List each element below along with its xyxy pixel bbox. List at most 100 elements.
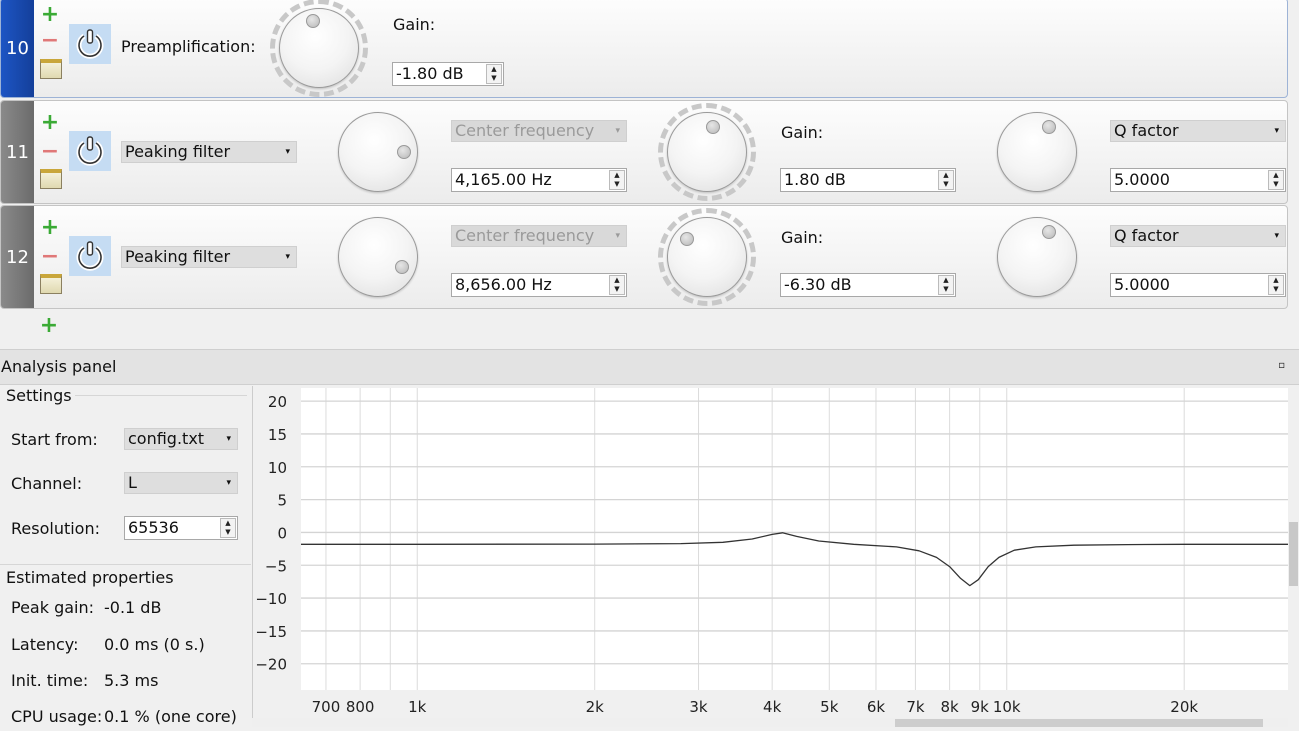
q-mode-dropdown[interactable]: Q factor ▾: [1110, 225, 1286, 247]
notepad-pencil-icon[interactable]: [40, 274, 62, 294]
notepad-pencil-icon[interactable]: [40, 169, 62, 189]
x-tick-label: 6k: [867, 698, 886, 716]
analysis-panel-title: Analysis panel: [1, 357, 117, 376]
divider: [75, 395, 247, 396]
resolution-spinner[interactable]: ▲ ▼: [220, 518, 236, 538]
peak-gain-value: -0.1 dB: [104, 598, 162, 617]
gain-input[interactable]: -1.80 dB ▲ ▼: [392, 62, 504, 86]
add-filter-plus-icon[interactable]: +: [39, 315, 59, 337]
plus-icon[interactable]: +: [40, 217, 60, 239]
chevron-down-icon: ▾: [285, 252, 290, 262]
y-tick-label: 15: [268, 426, 287, 444]
frequency-spinner[interactable]: ▲ ▼: [609, 170, 625, 190]
gain-input[interactable]: 1.80 dB ▲ ▼: [780, 168, 956, 192]
minus-icon[interactable]: −: [40, 30, 60, 52]
y-tick-label: 20: [268, 393, 287, 411]
gain-knob[interactable]: [667, 112, 747, 192]
q-label: Q factor: [1114, 121, 1179, 140]
gain-knob[interactable]: [279, 8, 359, 88]
horizontal-scrollbar-thumb[interactable]: [895, 719, 1263, 727]
power-button[interactable]: [69, 236, 111, 276]
frequency-knob[interactable]: [338, 217, 418, 297]
power-button[interactable]: [69, 24, 111, 64]
plus-icon[interactable]: +: [40, 4, 60, 26]
resolution-label: Resolution:: [11, 519, 100, 538]
plus-icon[interactable]: +: [40, 112, 60, 134]
channel-value: L: [128, 473, 137, 492]
init-time-label: Init. time:: [11, 671, 89, 690]
x-tick-label: 5k: [820, 698, 839, 716]
frequency-label: Center frequency: [455, 121, 595, 140]
peak-gain-label: Peak gain:: [11, 598, 95, 617]
filter-row-11[interactable]: 11 + − Peaking filter ▾ Center frequency ▾…: [0, 100, 1288, 204]
q-input[interactable]: 5.0000 ▲ ▼: [1110, 168, 1286, 192]
frequency-spinner[interactable]: ▲ ▼: [609, 275, 625, 295]
y-tick-label: −15: [255, 623, 287, 641]
q-input[interactable]: 5.0000 ▲ ▼: [1110, 273, 1286, 297]
frequency-mode-dropdown: Center frequency ▾: [451, 225, 627, 247]
chevron-down-icon: ▾: [226, 434, 231, 444]
filter-index[interactable]: 12: [1, 206, 34, 308]
q-label: Q factor: [1114, 226, 1179, 245]
q-mode-dropdown[interactable]: Q factor ▾: [1110, 120, 1286, 142]
gain-knob[interactable]: [667, 217, 747, 297]
gain-value: 1.80 dB: [784, 170, 846, 189]
q-knob[interactable]: [997, 112, 1077, 192]
q-knob[interactable]: [997, 217, 1077, 297]
resolution-input[interactable]: 65536 ▲ ▼: [124, 516, 238, 540]
frequency-input[interactable]: 8,656.00 Hz ▲ ▼: [451, 273, 627, 297]
y-tick-label: −20: [255, 656, 287, 674]
analysis-settings: Settings Start from: config.txt ▾ Channel…: [0, 386, 251, 727]
power-button[interactable]: [69, 131, 111, 171]
minus-icon[interactable]: −: [40, 246, 60, 268]
power-icon: [76, 241, 104, 271]
analysis-panel-header: Analysis panel ▫: [0, 349, 1299, 385]
gain-label: Gain:: [781, 228, 824, 247]
chevron-down-icon: ▾: [1274, 126, 1279, 136]
float-panel-icon[interactable]: ▫: [1278, 360, 1285, 371]
latency-value: 0.0 ms (0 s.): [104, 635, 205, 654]
q-value: 5.0000: [1114, 170, 1170, 189]
q-value: 5.0000: [1114, 275, 1170, 294]
chevron-down-icon: ▾: [226, 478, 231, 488]
start-from-dropdown[interactable]: config.txt ▾: [124, 428, 238, 450]
gain-spinner[interactable]: ▲ ▼: [486, 64, 502, 84]
start-from-label: Start from:: [11, 430, 98, 449]
filter-type-dropdown[interactable]: Peaking filter ▾: [121, 141, 297, 163]
q-spinner[interactable]: ▲ ▼: [1268, 275, 1284, 295]
filter-row-12[interactable]: 12 + − Peaking filter ▾ Center frequency ▾…: [0, 205, 1288, 309]
vertical-scrollbar[interactable]: [1288, 386, 1299, 727]
filter-row-preamp[interactable]: 10 + − Preamplification: Gain: -1.80 dB ▲…: [0, 0, 1288, 98]
filter-index[interactable]: 10: [1, 0, 34, 97]
x-tick-label: 2k: [586, 698, 605, 716]
frequency-value: 8,656.00 Hz: [455, 275, 552, 294]
gain-input[interactable]: -6.30 dB ▲ ▼: [780, 273, 956, 297]
y-tick-label: 0: [277, 524, 287, 542]
gain-spinner[interactable]: ▲ ▼: [938, 170, 954, 190]
gain-spinner[interactable]: ▲ ▼: [938, 275, 954, 295]
x-tick-label: 7k: [906, 698, 925, 716]
gain-label: Gain:: [393, 15, 436, 34]
x-tick-label: 3k: [689, 698, 708, 716]
y-tick-label: 5: [277, 492, 287, 510]
filter-type-value: Peaking filter: [125, 142, 231, 161]
filter-index[interactable]: 11: [1, 101, 34, 203]
vertical-scrollbar-top[interactable]: [1289, 0, 1299, 340]
x-tick-label: 10k: [993, 698, 1021, 716]
frequency-knob[interactable]: [338, 112, 418, 192]
filter-type-dropdown[interactable]: Peaking filter ▾: [121, 246, 297, 268]
frequency-input[interactable]: 4,165.00 Hz ▲ ▼: [451, 168, 627, 192]
q-spinner[interactable]: ▲ ▼: [1268, 170, 1284, 190]
horizontal-scrollbar[interactable]: [252, 718, 1288, 727]
frequency-response-chart[interactable]: 700 800 1k 2k 3k 4k 5k 6k 7k 8k 9k 10k 20k 20 15 10 5 0 −5…: [252, 386, 1288, 727]
minus-icon[interactable]: −: [40, 141, 60, 163]
divider: [0, 564, 251, 565]
channel-dropdown[interactable]: L ▾: [124, 472, 238, 494]
vertical-scrollbar-thumb[interactable]: [1289, 522, 1298, 586]
notepad-pencil-icon[interactable]: [40, 59, 62, 79]
x-tick-label: 20k: [1170, 698, 1198, 716]
frequency-value: 4,165.00 Hz: [455, 170, 552, 189]
gain-label: Gain:: [781, 123, 824, 142]
x-tick-label: 4k: [763, 698, 782, 716]
frequency-response-plot[interactable]: 700 800 1k 2k 3k 4k 5k 6k 7k 8k 9k 10k 20k 20 15 10 5 0 −5…: [253, 386, 1289, 727]
